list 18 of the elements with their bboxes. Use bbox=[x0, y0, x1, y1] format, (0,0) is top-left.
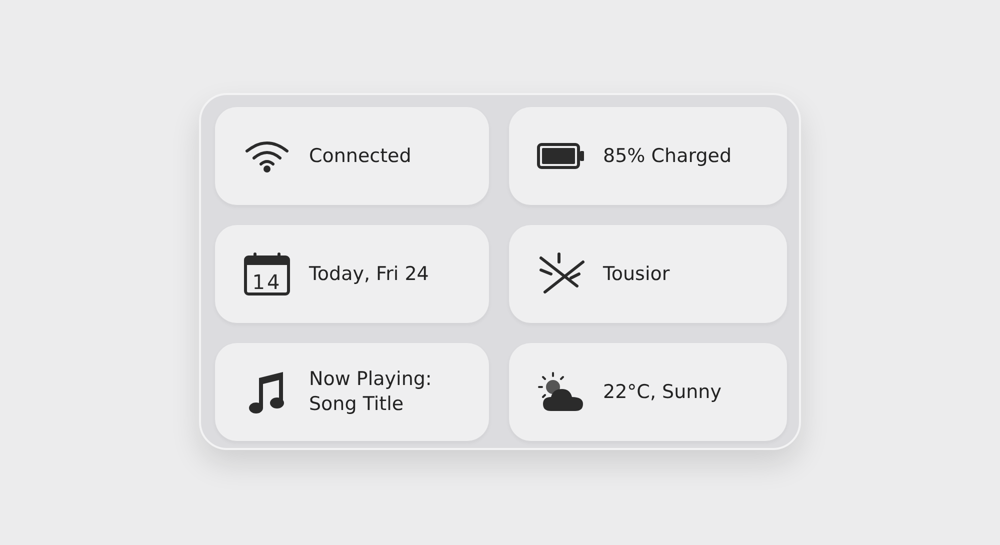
tile-label: 22°C, Sunny bbox=[603, 380, 722, 404]
status-tile[interactable]: Now Playing: Song Title bbox=[215, 343, 489, 441]
status-tile[interactable]: 85% Charged bbox=[509, 107, 787, 205]
tile-label: Now Playing: bbox=[309, 367, 432, 392]
status-tile[interactable]: 14 Today, Fri 24 bbox=[215, 225, 489, 323]
tile-label: 85% Charged bbox=[603, 144, 732, 168]
wifi-icon bbox=[244, 139, 290, 173]
status-tile[interactable]: Tousior bbox=[509, 225, 787, 323]
sparkle-icon bbox=[537, 252, 585, 296]
tile-label: Tousior bbox=[603, 262, 670, 286]
status-tile[interactable]: Connected bbox=[215, 107, 489, 205]
tile-label: Song Title bbox=[309, 392, 405, 417]
status-tile[interactable]: 22°C, Sunny bbox=[509, 343, 787, 441]
music-note-icon bbox=[247, 370, 287, 414]
tile-label: Connected bbox=[309, 144, 412, 168]
tile-label: Today, Fri 24 bbox=[309, 262, 429, 286]
sun-cloud-icon bbox=[537, 371, 585, 413]
battery-icon bbox=[537, 143, 585, 169]
